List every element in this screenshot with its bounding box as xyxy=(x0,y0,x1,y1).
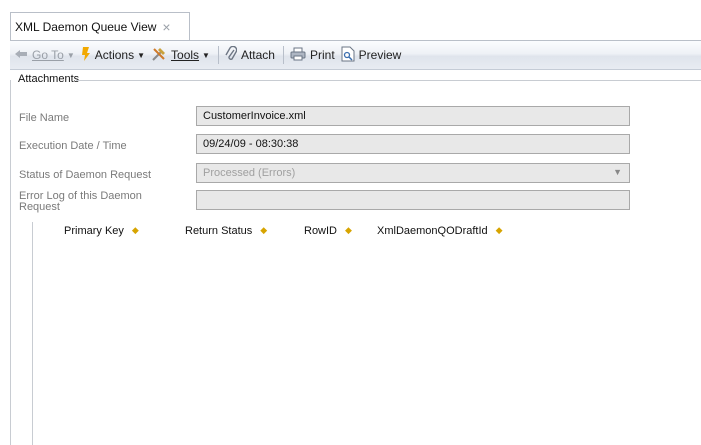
sort-icon: ◆ xyxy=(495,225,503,235)
file-name-field[interactable]: CustomerInvoice.xml xyxy=(196,106,630,126)
actions-icon xyxy=(81,46,91,65)
error-log-label-line2: Request xyxy=(19,201,60,213)
chevron-down-icon: ▼ xyxy=(137,50,146,60)
file-name-label: File Name xyxy=(19,112,70,124)
tools-label: Tools xyxy=(171,48,200,62)
tools-menu[interactable]: Tools ▼ xyxy=(151,46,210,65)
toolbar-separator xyxy=(282,46,284,64)
execution-datetime-label: Execution Date / Time xyxy=(19,140,127,152)
column-header-rowid[interactable]: RowID ◆ xyxy=(275,225,365,237)
paperclip-icon xyxy=(225,45,238,65)
window-top-band xyxy=(0,0,701,12)
goto-label: Go To xyxy=(32,48,64,62)
actions-menu[interactable]: Actions ▼ xyxy=(81,46,145,65)
toolbar-separator xyxy=(217,46,219,64)
chevron-down-icon: ▼ xyxy=(613,167,622,177)
sort-icon: ◆ xyxy=(260,225,268,235)
error-log-label: Error Log of this Daemon Request xyxy=(19,191,142,213)
execution-datetime-field[interactable]: 09/24/09 - 08:30:38 xyxy=(196,134,630,154)
column-header-xmldaemonqodraftid[interactable]: XmlDaemonQODraftId ◆ xyxy=(365,225,525,237)
status-select[interactable]: Processed (Errors) ▼ xyxy=(196,163,630,183)
column-header-label: Primary Key xyxy=(64,224,124,237)
column-header-label: RowID xyxy=(304,224,338,237)
column-header-label: Return Status xyxy=(185,224,253,237)
status-label: Status of Daemon Request xyxy=(19,169,152,181)
print-label: Print xyxy=(309,48,335,62)
column-header-primary-key[interactable]: Primary Key ◆ xyxy=(33,225,177,237)
preview-button[interactable]: Preview xyxy=(341,46,402,65)
close-icon[interactable]: × xyxy=(162,20,170,34)
group-title-attachments: Attachments xyxy=(18,73,80,85)
sort-icon: ◆ xyxy=(345,225,352,235)
chevron-down-icon: ▼ xyxy=(202,50,210,60)
results-grid[interactable] xyxy=(32,222,701,445)
goto-menu[interactable]: Go To ▼ xyxy=(14,48,75,62)
group-border-left xyxy=(10,80,11,445)
preview-icon xyxy=(341,46,355,65)
column-header-return-status[interactable]: Return Status ◆ xyxy=(177,225,275,237)
print-button[interactable]: Print xyxy=(290,47,335,64)
goto-arrow-icon xyxy=(14,48,28,62)
tab-xml-daemon-queue-view[interactable]: XML Daemon Queue View × xyxy=(10,12,190,40)
tab-title: XML Daemon Queue View xyxy=(15,19,157,34)
column-header-label: XmlDaemonQODraftId xyxy=(377,224,488,237)
printer-icon xyxy=(290,47,306,64)
chevron-down-icon: ▼ xyxy=(66,50,75,60)
actions-label: Actions xyxy=(94,48,135,62)
preview-label: Preview xyxy=(358,48,402,62)
group-border xyxy=(76,80,701,81)
status-select-value: Processed (Errors) xyxy=(203,167,296,179)
error-log-field[interactable] xyxy=(196,190,630,210)
toolbar: Go To ▼ Actions ▼ Tools ▼ Attach Print P… xyxy=(10,41,701,70)
attach-button[interactable]: Attach xyxy=(225,45,275,65)
grid-header: Primary Key ◆ Return Status ◆ RowID ◆ Xm… xyxy=(33,222,525,239)
tools-icon xyxy=(151,46,167,65)
attach-label: Attach xyxy=(240,48,275,62)
sort-icon: ◆ xyxy=(131,225,139,235)
